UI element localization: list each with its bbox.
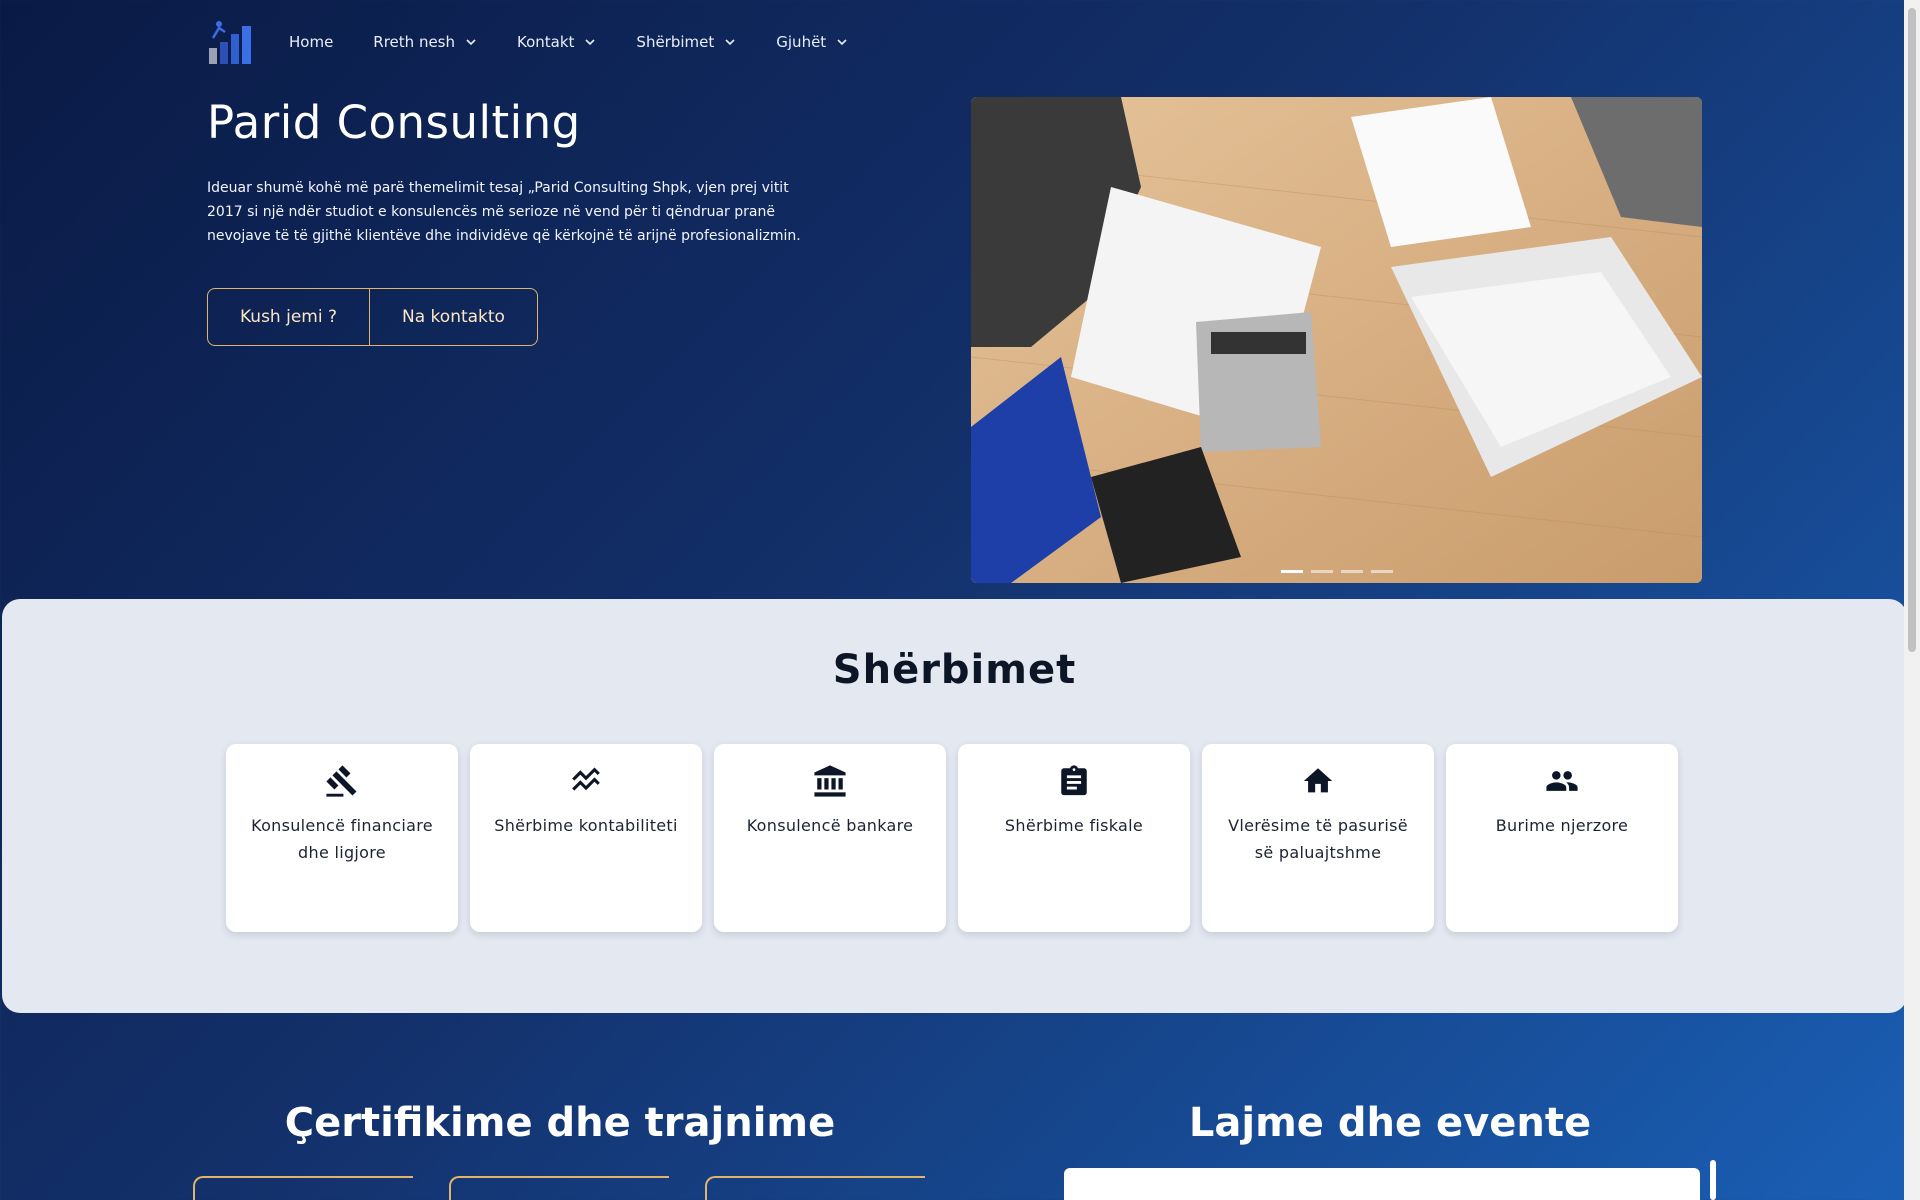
hero-title: Parid Consulting <box>207 96 581 149</box>
certification-card[interactable] <box>705 1176 925 1200</box>
service-card-financial-legal[interactable]: Konsulencë financiare dhe ligjore <box>226 744 458 932</box>
certification-card[interactable] <box>193 1176 413 1200</box>
nav-gjuhet[interactable]: Gjuhët <box>776 33 848 51</box>
bank-icon <box>814 765 846 797</box>
nav-sherbimet-label: Shërbimet <box>636 33 715 51</box>
service-card-fiscal[interactable]: Shërbime fiskale <box>958 744 1190 932</box>
nav-gjuhet-label: Gjuhët <box>776 33 827 51</box>
about-us-button[interactable]: Kush jemi ? <box>207 288 371 346</box>
chevron-down-icon <box>585 39 595 46</box>
service-label: Konsulencë financiare dhe ligjore <box>251 816 433 862</box>
services-cards: Konsulencë financiare dhe ligjore Shërbi… <box>226 744 1678 932</box>
logo[interactable] <box>207 18 257 66</box>
carousel-dot-1[interactable] <box>1280 570 1303 573</box>
chevron-down-icon <box>837 39 847 46</box>
service-card-real-estate[interactable]: Vlerësime të pasurisë së paluajtshme <box>1202 744 1434 932</box>
home-icon <box>1303 768 1333 793</box>
service-label: Konsulencë bankare <box>746 816 914 835</box>
contact-us-button[interactable]: Na kontakto <box>370 288 538 346</box>
hero-photo-desk-illustration <box>971 97 1702 583</box>
services-title: Shërbimet <box>832 647 1077 693</box>
nav-kontakt[interactable]: Kontakt <box>517 33 596 51</box>
scrollbar-thumb[interactable] <box>1908 8 1916 652</box>
top-navigation: Home Rreth nesh Kontakt Shërbimet Gjuhët <box>207 16 888 68</box>
service-card-accounting[interactable]: Shërbime kontabiliteti <box>470 744 702 932</box>
news-title: Lajme dhe evente <box>1188 1100 1592 1146</box>
people-icon <box>1546 771 1578 791</box>
carousel-dot-4[interactable] <box>1370 570 1393 573</box>
nav-rreth-nesh-label: Rreth nesh <box>373 33 455 51</box>
gavel-icon <box>326 765 357 797</box>
news-panel[interactable] <box>1064 1168 1700 1200</box>
carousel-indicators <box>971 570 1702 573</box>
service-label: Shërbime kontabiliteti <box>494 816 678 835</box>
nav-rreth-nesh[interactable]: Rreth nesh <box>373 33 477 51</box>
chevron-down-icon <box>725 39 735 46</box>
certifications-title: Çertifikime dhe trajnime <box>284 1100 836 1146</box>
carousel-dot-2[interactable] <box>1310 570 1333 573</box>
service-card-banking[interactable]: Konsulencë bankare <box>714 744 946 932</box>
nav-home-label: Home <box>289 33 334 51</box>
hero-button-group: Kush jemi ? Na kontakto <box>207 288 538 346</box>
hero-carousel[interactable] <box>971 97 1702 583</box>
service-label: Shërbime fiskale <box>1004 816 1144 835</box>
clipboard-icon <box>1061 765 1087 796</box>
service-label: Burime njerzore <box>1495 816 1629 835</box>
nav-kontakt-label: Kontakt <box>517 33 575 51</box>
hero-description: Ideuar shumë kohë më parë themelimit tes… <box>207 180 801 244</box>
news-scroll-indicator[interactable] <box>1710 1160 1716 1200</box>
service-card-human-resources[interactable]: Burime njerzore <box>1446 744 1678 932</box>
carousel-dot-3[interactable] <box>1340 570 1363 573</box>
service-label: Vlerësime të pasurisë së paluajtshme <box>1228 816 1408 862</box>
chart-line-icon <box>572 767 600 791</box>
certification-card[interactable] <box>449 1176 669 1200</box>
page-scrollbar[interactable] <box>1904 0 1920 1200</box>
nav-home[interactable]: Home <box>289 33 333 51</box>
chevron-down-icon <box>466 39 476 46</box>
services-section: Shërbimet Konsulencë financiare dhe ligj… <box>2 599 1907 1013</box>
nav-sherbimet[interactable]: Shërbimet <box>636 33 736 51</box>
